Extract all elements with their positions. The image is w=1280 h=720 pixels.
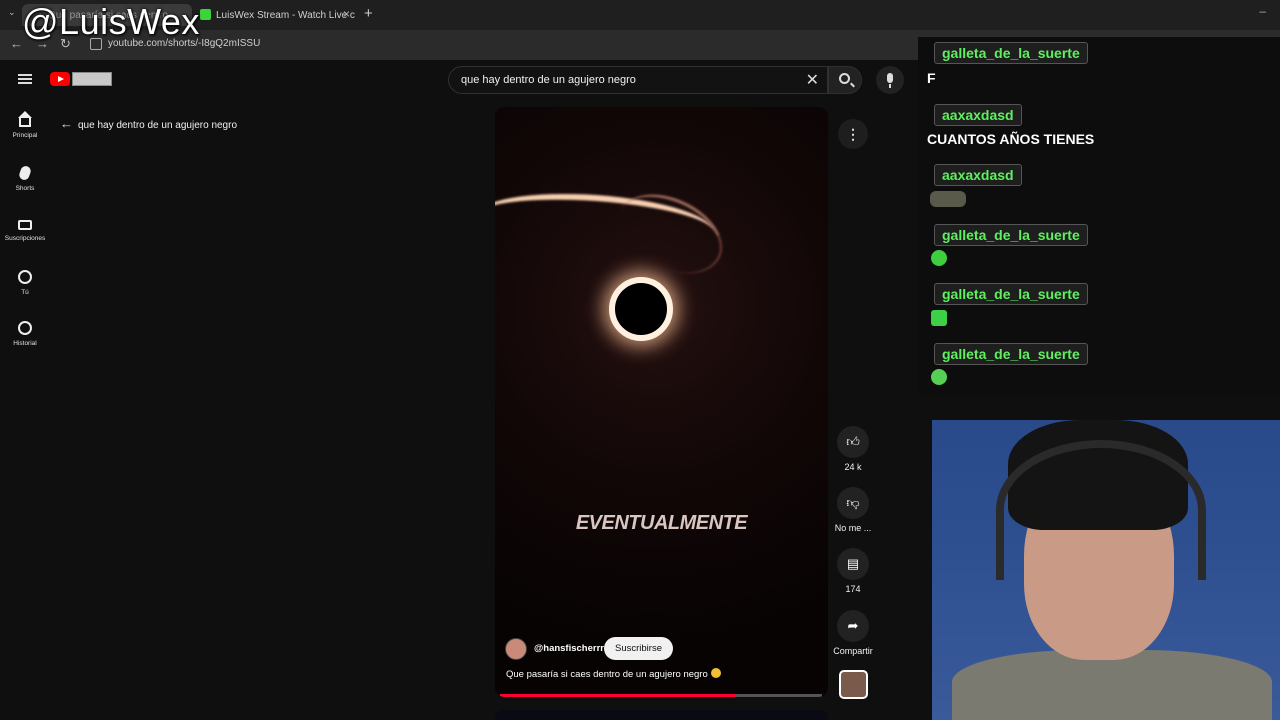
video-caption-text: Que pasaría si caes dentro de un agujero… bbox=[506, 669, 708, 680]
tab-title: LuisWex Stream - Watch Live c bbox=[216, 9, 355, 21]
streamer-webcam bbox=[932, 420, 1280, 720]
sidebar-item-label: Tú bbox=[21, 289, 29, 296]
tab-stream[interactable]: LuisWex Stream - Watch Live c × bbox=[198, 4, 358, 26]
subscriptions-icon bbox=[18, 220, 32, 230]
channel-avatar[interactable] bbox=[505, 638, 527, 660]
black-hole-ring bbox=[609, 277, 673, 341]
chat-username: galleta_de_la_suerte bbox=[934, 343, 1088, 365]
like-count: 24 k bbox=[844, 462, 862, 472]
youtube-header: que hay dentro de un agujero negro ✕ bbox=[0, 60, 920, 100]
sidebar-item-shorts[interactable]: Shorts bbox=[0, 164, 50, 192]
video-progress-bar[interactable] bbox=[500, 694, 822, 697]
chat-username: aaxaxdasd bbox=[934, 164, 1022, 186]
chat-username: galleta_de_la_suerte bbox=[934, 224, 1088, 246]
logo-overlay bbox=[72, 72, 112, 86]
new-tab-button[interactable]: + bbox=[364, 5, 373, 22]
webcam-shirt bbox=[952, 650, 1272, 720]
back-label: que hay dentro de un agujero negro bbox=[78, 120, 238, 131]
chat-message-text: CUANTOS AÑOS TIENES bbox=[927, 131, 1095, 147]
chat-username: galleta_de_la_suerte bbox=[934, 283, 1088, 305]
screen: ⌄ Que pasaría si caes dentro LuisWex Str… bbox=[0, 0, 1280, 720]
shorts-icon bbox=[17, 164, 33, 182]
sidebar-item-home[interactable]: Principal bbox=[0, 111, 50, 139]
back-to-results[interactable]: ← que hay dentro de un agujero negro bbox=[60, 116, 237, 131]
search-query: que hay dentro de un agujero negro bbox=[461, 74, 636, 86]
share-icon[interactable]: ➦ bbox=[837, 610, 869, 642]
back-arrow-icon: ← bbox=[60, 116, 73, 131]
thinking-emoji-icon bbox=[710, 668, 721, 678]
comment-count: 174 bbox=[845, 584, 861, 594]
thumbs-up-icon[interactable]: 👍︎ bbox=[837, 426, 869, 458]
sidebar-item-history[interactable]: Historial bbox=[0, 321, 50, 347]
more-options-icon[interactable]: ⋮ bbox=[838, 119, 868, 149]
video-caption: Que pasaría si caes dentro de un agujero… bbox=[506, 668, 721, 680]
subscribe-button[interactable]: Suscribirse bbox=[604, 637, 673, 660]
share-action[interactable]: ➦ Compartir bbox=[830, 610, 876, 656]
stream-favicon-icon bbox=[200, 9, 211, 20]
headset-icon bbox=[996, 440, 1206, 580]
video-overlay-text: EVENTUALMENTE bbox=[575, 512, 748, 534]
cat-emote-icon bbox=[930, 191, 966, 207]
minimize-icon[interactable]: – bbox=[1259, 4, 1266, 18]
sidebar-item-label: Suscripciones bbox=[4, 235, 46, 242]
short-video-player[interactable]: EVENTUALMENTE @hansfischerrr Suscribirse… bbox=[495, 107, 828, 697]
home-icon bbox=[18, 111, 32, 127]
chat-message-text: F bbox=[927, 70, 936, 86]
comment-icon[interactable]: ▤ bbox=[837, 548, 869, 580]
dislike-label: No me ... bbox=[834, 523, 872, 533]
channel-name[interactable]: @hansfischerrr bbox=[534, 643, 604, 654]
chat-username: aaxaxdasd bbox=[934, 104, 1022, 126]
voice-search-icon[interactable] bbox=[876, 66, 904, 94]
stream-chat-overlay bbox=[918, 37, 1280, 395]
sidebar-item-you[interactable]: Tú bbox=[0, 270, 50, 296]
tab-search-icon[interactable]: ⌄ bbox=[8, 7, 16, 18]
sidebar-item-label: Principal bbox=[12, 132, 38, 139]
sidebar-item-subscriptions[interactable]: Suscripciones bbox=[0, 218, 50, 242]
search-input[interactable]: que hay dentro de un agujero negro ✕ bbox=[448, 66, 828, 94]
audio-source-thumbnail[interactable] bbox=[839, 670, 868, 699]
search-button[interactable] bbox=[828, 66, 862, 94]
sidebar-item-label: Shorts bbox=[15, 185, 35, 192]
history-icon bbox=[18, 321, 32, 335]
streamer-watermark: @LuisWex bbox=[22, 1, 200, 42]
close-tab-icon[interactable]: × bbox=[343, 7, 350, 21]
next-short-preview[interactable] bbox=[495, 710, 828, 720]
clear-search-icon[interactable]: ✕ bbox=[806, 70, 819, 90]
hamburger-menu-icon[interactable] bbox=[18, 74, 32, 84]
share-label: Compartir bbox=[833, 646, 873, 656]
search-icon bbox=[839, 73, 850, 84]
chat-username: galleta_de_la_suerte bbox=[934, 42, 1088, 64]
thumbs-down-icon[interactable]: 👎︎ bbox=[837, 487, 869, 519]
dislike-action[interactable]: 👎︎ No me ... bbox=[830, 487, 876, 533]
user-icon bbox=[18, 270, 32, 284]
comments-action[interactable]: ▤ 174 bbox=[830, 548, 876, 594]
sidebar-item-label: Historial bbox=[13, 340, 37, 347]
frog-emote-icon bbox=[931, 250, 947, 266]
frog-emote-icon bbox=[931, 369, 947, 385]
like-action[interactable]: 👍︎ 24 k bbox=[830, 426, 876, 472]
frog-emote-icon bbox=[931, 310, 947, 326]
youtube-logo-icon[interactable] bbox=[50, 72, 70, 86]
video-progress-fill bbox=[500, 694, 736, 697]
